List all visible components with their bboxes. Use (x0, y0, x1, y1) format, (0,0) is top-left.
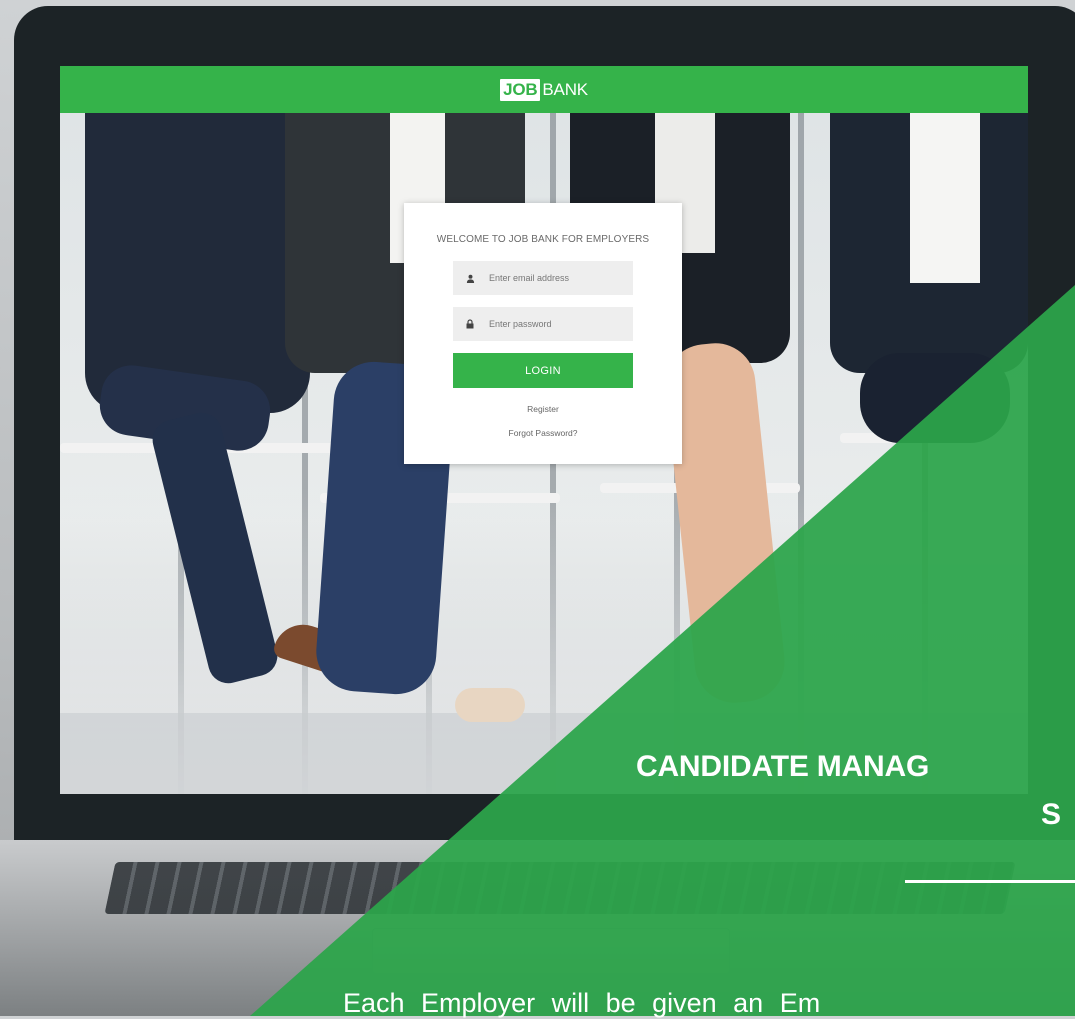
email-field[interactable] (453, 261, 633, 295)
user-icon (465, 273, 475, 283)
jobbank-logo[interactable]: JOB BANK (500, 78, 588, 101)
login-card: WELCOME TO JOB BANK FOR EMPLOYERS LOGIN … (404, 203, 682, 464)
slide-body-text: Each Employer will be given an Em (343, 988, 821, 1018)
laptop-keyboard (104, 862, 1016, 914)
slide-title-continued: S (1041, 798, 1062, 831)
logo-bank-text: BANK (542, 79, 588, 99)
email-input[interactable] (487, 272, 631, 284)
laptop-trackpad (372, 928, 730, 974)
logo-job-text: JOB (500, 78, 541, 101)
password-field[interactable] (453, 307, 633, 341)
photo-person (910, 113, 980, 283)
register-link[interactable]: Register (527, 404, 559, 414)
app-header: JOB BANK (60, 66, 1028, 113)
slide-divider (905, 880, 1075, 883)
forgot-password-link[interactable]: Forgot Password? (509, 428, 578, 438)
laptop-screen: JOB BANK WELCOME TO JOB BANK FOR EMPLOYE… (60, 66, 1028, 794)
photo-person (860, 353, 1010, 443)
login-button[interactable]: LOGIN (453, 353, 633, 388)
login-welcome-heading: WELCOME TO JOB BANK FOR EMPLOYERS (436, 234, 650, 245)
slide-title: CANDIDATE MANAG (636, 750, 930, 783)
lock-icon (465, 319, 475, 329)
password-input[interactable] (487, 318, 631, 330)
photo-person (455, 688, 525, 722)
